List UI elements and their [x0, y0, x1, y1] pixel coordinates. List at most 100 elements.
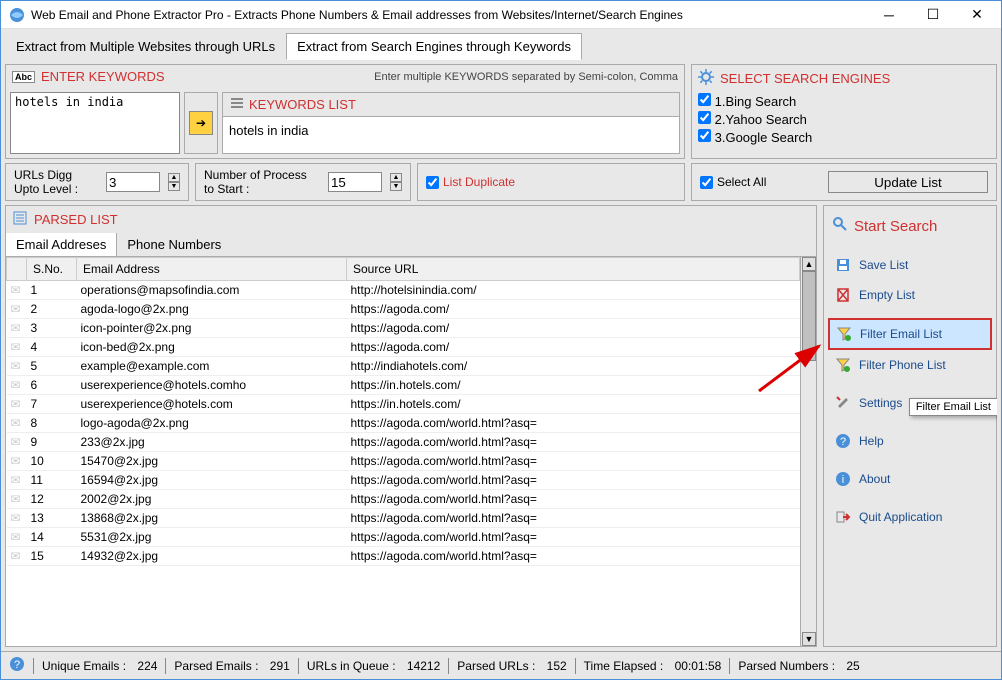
cell-url: https://agoda.com/world.html?asq=: [347, 528, 800, 547]
table-row[interactable]: ✉1015470@2x.jpghttps://agoda.com/world.h…: [7, 452, 800, 471]
tab-phone-numbers[interactable]: Phone Numbers: [117, 233, 231, 256]
tab-extract-keywords[interactable]: Extract from Search Engines through Keyw…: [286, 33, 582, 60]
time-value: 00:01:58: [675, 659, 722, 673]
scroll-down[interactable]: ▼: [802, 632, 816, 646]
table-row[interactable]: ✉7userexperience@hotels.comhttps://in.ho…: [7, 395, 800, 414]
side-help-button[interactable]: ? Help: [828, 426, 992, 456]
col-sno[interactable]: S.No.: [27, 258, 77, 281]
cell-email: logo-agoda@2x.png: [77, 414, 347, 433]
table-row[interactable]: ✉145531@2x.jpghttps://agoda.com/world.ht…: [7, 528, 800, 547]
table-row[interactable]: ✉8logo-agoda@2x.pnghttps://agoda.com/wor…: [7, 414, 800, 433]
tab-extract-urls[interactable]: Extract from Multiple Websites through U…: [5, 33, 286, 60]
time-label: Time Elapsed :: [584, 659, 664, 673]
about-icon: i: [835, 471, 851, 487]
table-row[interactable]: ✉1313868@2x.jpghttps://agoda.com/world.h…: [7, 509, 800, 528]
envelope-icon: ✉: [7, 376, 27, 395]
engine-checkbox[interactable]: [698, 111, 711, 124]
table-row[interactable]: ✉1operations@mapsofindia.comhttp://hotel…: [7, 281, 800, 300]
tab-email-addresses[interactable]: Email Addreses: [6, 233, 117, 256]
table-row[interactable]: ✉1514932@2x.jpghttps://agoda.com/world.h…: [7, 547, 800, 566]
side-filter-email-button[interactable]: Filter Email List: [828, 318, 992, 350]
side-empty-button[interactable]: Empty List: [828, 280, 992, 310]
cell-sno: 10: [27, 452, 77, 471]
cell-email: 5531@2x.jpg: [77, 528, 347, 547]
unique-emails-label: Unique Emails :: [42, 659, 126, 673]
table-row[interactable]: ✉122002@2x.jpghttps://agoda.com/world.ht…: [7, 490, 800, 509]
svg-text:?: ?: [840, 436, 846, 448]
process-up[interactable]: ▲: [390, 173, 402, 182]
cell-email: 14932@2x.jpg: [77, 547, 347, 566]
cell-email: 15470@2x.jpg: [77, 452, 347, 471]
save-icon: [835, 257, 851, 273]
side-quit-button[interactable]: Quit Application: [828, 502, 992, 532]
maximize-button[interactable]: ☐: [911, 2, 955, 28]
close-button[interactable]: ✕: [955, 2, 999, 28]
cell-url: http://hotelsinindia.com/: [347, 281, 800, 300]
table-row[interactable]: ✉9233@2x.jpghttps://agoda.com/world.html…: [7, 433, 800, 452]
settings-icon: [835, 395, 851, 411]
help-icon[interactable]: ?: [9, 656, 25, 675]
process-input[interactable]: [328, 172, 382, 192]
keywords-list[interactable]: hotels in india: [223, 116, 679, 153]
col-email[interactable]: Email Address: [77, 258, 347, 281]
process-down[interactable]: ▼: [390, 182, 402, 191]
side-about-button[interactable]: i About: [828, 464, 992, 494]
gear-icon: [698, 69, 714, 88]
digg-level-input[interactable]: [106, 172, 160, 192]
digg-label: URLs Digg Upto Level :: [14, 168, 98, 196]
add-keyword-button[interactable]: ➔: [189, 111, 213, 135]
table-row[interactable]: ✉6userexperience@hotels.comhohttps://in.…: [7, 376, 800, 395]
cell-email: agoda-logo@2x.png: [77, 300, 347, 319]
results-table: S.No. Email Address Source URL ✉1operati…: [6, 257, 800, 566]
digg-down[interactable]: ▼: [168, 182, 180, 191]
cell-sno: 14: [27, 528, 77, 547]
cell-url: https://agoda.com/world.html?asq=: [347, 509, 800, 528]
table-row[interactable]: ✉3icon-pointer@2x.pnghttps://agoda.com/: [7, 319, 800, 338]
table-row[interactable]: ✉5example@example.comhttp://indiahotels.…: [7, 357, 800, 376]
envelope-icon: ✉: [7, 509, 27, 528]
process-group: Number of Process to Start : ▲▼: [195, 163, 411, 201]
envelope-icon: ✉: [7, 300, 27, 319]
cell-email: 2002@2x.jpg: [77, 490, 347, 509]
keywords-list-header: KEYWORDS LIST: [249, 97, 356, 112]
cell-url: https://agoda.com/world.html?asq=: [347, 471, 800, 490]
keyword-input[interactable]: hotels in india: [10, 92, 180, 154]
cell-url: https://agoda.com/world.html?asq=: [347, 452, 800, 471]
parsed-urls-label: Parsed URLs :: [457, 659, 535, 673]
envelope-icon: ✉: [7, 414, 27, 433]
cell-sno: 6: [27, 376, 77, 395]
select-all-checkbox[interactable]: [700, 176, 713, 189]
minimize-button[interactable]: ─: [867, 2, 911, 28]
engine-label: 3.Google Search: [715, 130, 813, 145]
engine-checkbox[interactable]: [698, 129, 711, 142]
start-search-button[interactable]: Start Search: [828, 212, 992, 246]
scroll-thumb[interactable]: [802, 271, 816, 361]
list-icon: [12, 210, 28, 229]
update-list-button[interactable]: Update List: [828, 171, 988, 193]
scroll-up[interactable]: ▲: [802, 257, 816, 271]
side-label: Help: [859, 434, 884, 448]
parsed-numbers-value: 25: [846, 659, 859, 673]
keywords-hint: Enter multiple KEYWORDS separated by Sem…: [374, 71, 678, 83]
side-label: Save List: [859, 258, 908, 272]
cell-url: https://agoda.com/world.html?asq=: [347, 490, 800, 509]
digg-up[interactable]: ▲: [168, 173, 180, 182]
engine-checkbox[interactable]: [698, 93, 711, 106]
urls-queue-label: URLs in Queue :: [307, 659, 396, 673]
side-save-button[interactable]: Save List: [828, 250, 992, 280]
table-row[interactable]: ✉2agoda-logo@2x.pnghttps://agoda.com/: [7, 300, 800, 319]
table-row[interactable]: ✉1116594@2x.jpghttps://agoda.com/world.h…: [7, 471, 800, 490]
cell-sno: 1: [27, 281, 77, 300]
side-label: Filter Phone List: [859, 358, 946, 372]
tab-label: Email Addreses: [16, 237, 106, 252]
side-label: About: [859, 472, 890, 486]
envelope-icon: ✉: [7, 281, 27, 300]
side-filter-phone-button[interactable]: Filter Phone List: [828, 350, 992, 380]
unique-emails-value: 224: [137, 659, 157, 673]
cell-url: https://in.hotels.com/: [347, 376, 800, 395]
col-url[interactable]: Source URL: [347, 258, 800, 281]
vertical-scrollbar[interactable]: ▲ ▼: [800, 257, 816, 646]
statusbar: ? Unique Emails : 224 Parsed Emails : 29…: [1, 651, 1001, 679]
table-row[interactable]: ✉4icon-bed@2x.pnghttps://agoda.com/: [7, 338, 800, 357]
list-duplicate-checkbox[interactable]: [426, 176, 439, 189]
